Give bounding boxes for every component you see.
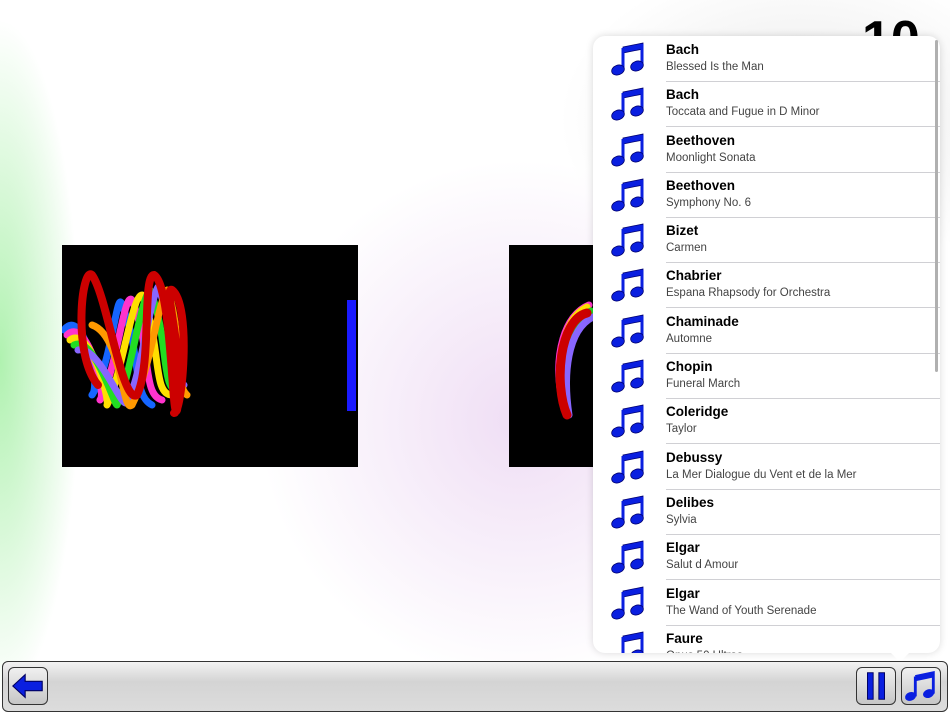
track-piece: La Mer Dialogue du Vent et de la Mer — [666, 468, 857, 481]
track-list-item[interactable]: Beethoven Moonlight Sonata — [593, 127, 940, 173]
track-text: Elgar Salut d Amour — [666, 540, 940, 581]
track-composer: Delibes — [666, 494, 715, 510]
track-piece: Blessed Is the Man — [666, 61, 764, 73]
track-list-item[interactable]: Delibes Sylvia — [593, 489, 940, 535]
track-list: Bach Blessed Is the Man Bach Toccata and Fu… — [593, 36, 940, 653]
score-counter: 10 — [862, 14, 922, 38]
track-text: Delibes Sylvia — [666, 495, 940, 535]
track-piece: Sylvia — [666, 513, 697, 526]
track-piece: Espana Rhapsody for Orchestra — [666, 287, 831, 300]
track-composer: Beethoven — [666, 132, 736, 148]
back-button[interactable] — [8, 667, 48, 705]
music-note-icon — [611, 630, 647, 653]
track-composer: Faure — [666, 630, 703, 646]
music-note-icon — [611, 313, 647, 349]
track-composer: Bach — [666, 42, 700, 57]
track-composer: Debussy — [666, 449, 723, 465]
track-piece: Taylor — [666, 423, 697, 436]
track-text: Chabrier Espana Rhapsody for Orchestra — [666, 268, 940, 309]
track-text: Beethoven Symphony No. 6 — [666, 178, 940, 218]
track-text: Coleridge Taylor — [666, 404, 940, 445]
music-note-icon — [611, 41, 647, 77]
music-note-icon — [611, 86, 647, 122]
arrow-left-icon — [12, 673, 43, 699]
music-note-icon — [611, 132, 647, 168]
track-list-item[interactable]: Bach Toccata and Fugue in D Minor — [593, 81, 940, 128]
paddle — [347, 300, 356, 411]
track-list-item[interactable]: Bach Blessed Is the Man — [593, 36, 940, 82]
scrollbar[interactable] — [935, 40, 938, 372]
track-text: Debussy La Mer Dialogue du Vent et de la … — [666, 450, 940, 490]
music-note-icon — [905, 670, 935, 701]
track-list-item[interactable]: Coleridge Taylor — [593, 398, 940, 445]
ribbon-drawing-left — [62, 270, 356, 418]
music-note-icon — [611, 177, 647, 213]
track-piece: Carmen — [666, 242, 707, 255]
track-text: Chaminade Automne — [666, 314, 940, 354]
music-note-icon — [611, 358, 647, 394]
track-piece: Salut d Amour — [666, 559, 739, 572]
track-composer: Elgar — [666, 540, 700, 556]
track-composer: Chaminade — [666, 313, 739, 329]
track-list-item[interactable]: FaureOpus 50 Ultras — [593, 625, 940, 653]
track-text: Bach Toccata and Fugue in D Minor — [666, 87, 940, 128]
track-list-item[interactable]: Debussy La Mer Dialogue du Vent et de la … — [593, 444, 940, 490]
track-composer: Bach — [666, 87, 700, 103]
music-note-icon — [611, 539, 647, 575]
track-piece: Automne — [666, 332, 713, 345]
track-text: Chopin Funeral March — [666, 359, 940, 400]
track-piece: Moonlight Sonata — [666, 151, 756, 164]
track-list-item[interactable]: Chaminade Automne — [593, 308, 940, 354]
music-note-icon — [611, 585, 647, 621]
track-list-item[interactable]: Chopin Funeral March — [593, 353, 940, 400]
track-composer: Bizet — [666, 223, 699, 239]
track-list-item[interactable]: Chabrier Espana Rhapsody for Orchestra — [593, 262, 940, 309]
bottom-toolbar — [2, 661, 948, 712]
track-piece: Funeral March — [666, 378, 741, 391]
track-text: Beethoven Moonlight Sonata — [666, 133, 940, 173]
track-text: Elgar The Wand of Youth Serenade — [666, 586, 940, 626]
track-composer: Chabrier — [666, 268, 722, 284]
music-note-icon — [611, 403, 647, 439]
track-composer: Beethoven — [666, 177, 736, 193]
track-list-item[interactable]: Elgar Salut d Amour — [593, 534, 940, 581]
track-piece: The Wand of Youth Serenade — [666, 604, 817, 617]
pause-icon — [867, 672, 885, 700]
game-panel-left[interactable] — [62, 245, 358, 467]
track-text: Bach Blessed Is the Man — [666, 42, 940, 82]
track-list-item[interactable]: Bizet Carmen — [593, 217, 940, 264]
music-note-icon — [611, 494, 647, 530]
track-text: FaureOpus 50 Ultras — [666, 631, 940, 653]
playlist-popover: Bach Blessed Is the Man Bach Toccata and Fu… — [593, 36, 940, 653]
track-composer: Elgar — [666, 585, 700, 601]
track-list-item[interactable]: Elgar The Wand of Youth Serenade — [593, 580, 940, 626]
track-piece: Toccata and Fugue in D Minor — [666, 106, 820, 119]
track-composer: Chopin — [666, 359, 713, 375]
music-note-icon — [611, 267, 647, 303]
music-button[interactable] — [901, 667, 941, 705]
track-list-item[interactable]: Beethoven Symphony No. 6 — [593, 172, 940, 218]
music-note-icon — [611, 449, 647, 485]
track-piece: Symphony No. 6 — [666, 196, 752, 209]
pause-button[interactable] — [856, 667, 896, 705]
track-text: Bizet Carmen — [666, 223, 940, 264]
track-composer: Coleridge — [666, 404, 729, 420]
music-note-icon — [611, 222, 647, 258]
